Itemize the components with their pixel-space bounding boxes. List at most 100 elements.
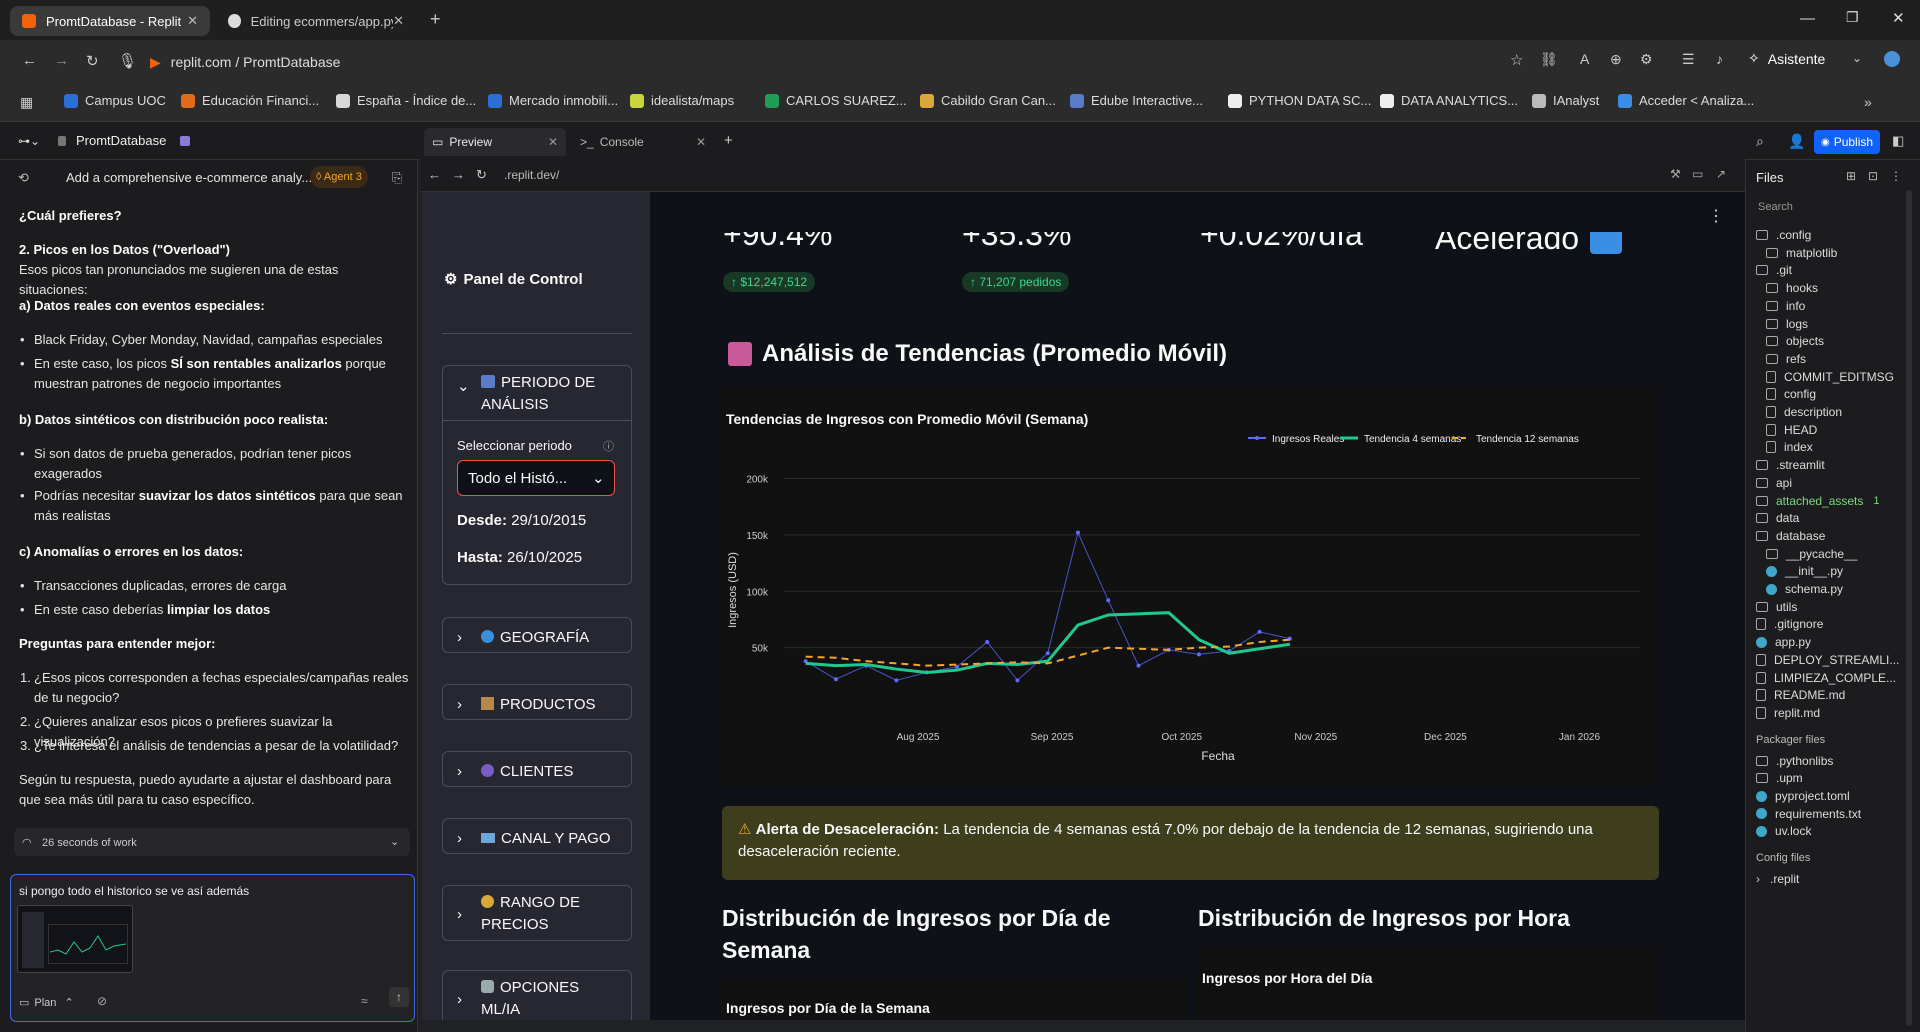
bookmark-item[interactable]: Campus UOC (64, 93, 166, 108)
forward-icon[interactable]: → (452, 167, 465, 182)
trend-chart[interactable]: Tendencias de Ingresos con Promedio Móvi… (722, 386, 1659, 786)
folder-item[interactable]: refs (1766, 352, 1806, 366)
back-icon[interactable]: ← (428, 167, 441, 182)
open-external-icon[interactable]: ↗ (1716, 167, 1726, 181)
close-tab-icon[interactable]: ✕ (548, 135, 558, 149)
attached-screenshot-thumbnail[interactable] (17, 905, 133, 973)
attach-icon[interactable]: ⊘ (97, 991, 107, 1011)
folder-item[interactable]: utils (1756, 600, 1797, 614)
profile-avatar[interactable] (1884, 51, 1900, 67)
project-name[interactable]: PromtDatabase (76, 133, 166, 148)
audio-icon[interactable]: ♪ (1716, 51, 1723, 67)
close-tab-icon[interactable]: ✕ (393, 13, 404, 29)
forward-icon[interactable]: → (54, 52, 69, 69)
microphone-icon[interactable]: 🎙 (118, 52, 137, 70)
reload-icon[interactable]: ↻ (476, 167, 487, 183)
file-item[interactable]: config (1766, 387, 1816, 401)
file-item[interactable]: index (1766, 440, 1813, 454)
day-chart[interactable]: Ingresos por Día de la Semana (722, 978, 1187, 1020)
periodo-expander[interactable]: ⌄ PERIODO DE ANÁLISIS Seleccionar period… (442, 365, 632, 585)
geografia-expander[interactable]: › GEOGRAFÍA (442, 617, 632, 653)
publish-button[interactable]: ◉ Publish (1814, 130, 1880, 154)
opciones-ml-expander[interactable]: › OPCIONES ML/IA (442, 970, 632, 1020)
thread-title[interactable]: Add a comprehensive e-commerce analy... (66, 168, 312, 188)
file-item[interactable]: __init__.py (1766, 564, 1843, 578)
layout-toggle-icon[interactable]: ◧ (1892, 133, 1904, 149)
tab-console[interactable]: >_ Console ✕ (572, 128, 714, 156)
file-item[interactable]: .upm (1756, 771, 1803, 785)
back-icon[interactable]: ← (22, 52, 37, 69)
file-item[interactable]: pyproject.toml (1756, 789, 1850, 803)
file-item[interactable]: requirements.txt (1756, 807, 1861, 821)
more-options-icon[interactable]: ⋮ (1890, 169, 1902, 183)
chat-input[interactable]: si pongo todo el historico se ve así ade… (19, 881, 249, 901)
browser-tab-github[interactable]: Editing ecommers/app.py at r ✕ (216, 6, 416, 36)
close-tab-icon[interactable]: ✕ (696, 135, 706, 149)
file-item[interactable]: COMMIT_EDITMSG (1766, 370, 1894, 384)
bookmark-item[interactable]: PYTHON DATA SC... (1228, 93, 1371, 108)
more-bookmarks-icon[interactable]: » (1864, 94, 1872, 110)
file-item[interactable]: .gitignore (1756, 617, 1823, 631)
folder-item[interactable]: logs (1766, 317, 1808, 331)
file-item[interactable]: schema.py (1766, 582, 1843, 596)
canal-pago-expander[interactable]: › CANAL Y PAGO (442, 818, 632, 854)
bookmark-item[interactable]: Educación Financi... (181, 93, 319, 108)
folder-item[interactable]: data (1756, 511, 1799, 525)
kebab-menu-icon[interactable]: ⋮ (1708, 206, 1724, 226)
chevron-down-icon[interactable]: ⌄ (1852, 51, 1862, 65)
file-item[interactable]: DEPLOY_STREAMLI... (1756, 653, 1899, 667)
bookmark-star-icon[interactable]: ☆ (1510, 51, 1523, 69)
preview-url[interactable]: .replit.dev/ (504, 168, 559, 182)
url-field[interactable]: ▶ replit.com / PromtDatabase (150, 48, 1520, 76)
add-tab-icon[interactable]: + (724, 132, 733, 149)
bookmark-item[interactable]: DATA ANALYTICS... (1380, 93, 1518, 108)
file-item[interactable]: app.py (1756, 635, 1811, 649)
period-select[interactable]: Todo el Histó... ⌄ (457, 460, 615, 496)
share-icon[interactable]: ⛓ (1540, 51, 1558, 68)
files-scrollbar[interactable] (1906, 190, 1912, 1026)
help-icon[interactable]: ⓘ (603, 438, 614, 454)
new-file-icon[interactable]: ⊞ (1846, 169, 1856, 183)
file-item[interactable]: README.md (1756, 688, 1845, 702)
close-tab-icon[interactable]: ✕ (187, 13, 198, 29)
bookmark-item[interactable]: Edube Interactive... (1070, 93, 1203, 108)
file-item[interactable]: .pythonlibs (1756, 754, 1833, 768)
bookmark-item[interactable]: Acceder < Analiza... (1618, 93, 1754, 108)
restore-icon[interactable]: ❐ (1846, 9, 1859, 26)
productos-expander[interactable]: › PRODUCTOS (442, 684, 632, 720)
devtools-icon[interactable]: ⚒ (1670, 167, 1681, 181)
new-tab-icon[interactable]: + (430, 9, 441, 30)
chat-input-box[interactable]: si pongo todo el historico se ve así ade… (10, 874, 415, 1022)
file-item[interactable]: description (1766, 405, 1842, 419)
folder-item[interactable]: api (1756, 476, 1792, 490)
history-icon[interactable]: ⟲ (18, 168, 29, 188)
close-window-icon[interactable]: ✕ (1892, 9, 1905, 27)
folder-item[interactable]: .git (1756, 263, 1792, 277)
browser-tab-replit[interactable]: PromtDatabase - Replit ✕ (10, 6, 210, 36)
apps-grid-icon[interactable]: ▦ (20, 94, 33, 111)
hour-chart[interactable]: Ingresos por Hora del Día (1198, 946, 1659, 1020)
work-summary[interactable]: ◠ 26 seconds of work ⌄ (14, 828, 410, 856)
file-item[interactable]: replit.md (1756, 706, 1820, 720)
extensions-icon[interactable]: ⚙ (1640, 51, 1653, 68)
menu-lines-icon[interactable]: ☰ (1682, 51, 1695, 68)
send-button[interactable]: ↑ (389, 987, 409, 1007)
bookmark-item[interactable]: IAnalyst (1532, 93, 1599, 108)
translate-icon[interactable]: A (1580, 51, 1589, 67)
folder-item[interactable]: matplotlib (1766, 246, 1837, 260)
folder-item[interactable]: attached_assets 1 (1756, 494, 1880, 508)
folder-item[interactable]: database (1756, 529, 1825, 543)
folder-item[interactable]: hooks (1766, 281, 1818, 295)
zoom-icon[interactable]: ⊕ (1610, 51, 1622, 68)
folder-item[interactable]: objects (1766, 334, 1824, 348)
minimize-icon[interactable]: — (1800, 10, 1815, 27)
folder-item[interactable]: __pycache__ (1766, 547, 1857, 561)
file-item[interactable]: HEAD (1766, 423, 1817, 437)
folder-item[interactable]: info (1766, 299, 1805, 313)
reload-icon[interactable]: ↻ (86, 52, 99, 70)
folder-item[interactable]: .config (1756, 228, 1811, 242)
clientes-expander[interactable]: › CLIENTES (442, 751, 632, 787)
new-folder-icon[interactable]: ⊡ (1868, 169, 1878, 183)
replit-menu-icon[interactable]: ⊶⌄ (18, 134, 40, 148)
folder-item[interactable]: .streamlit (1756, 458, 1825, 472)
